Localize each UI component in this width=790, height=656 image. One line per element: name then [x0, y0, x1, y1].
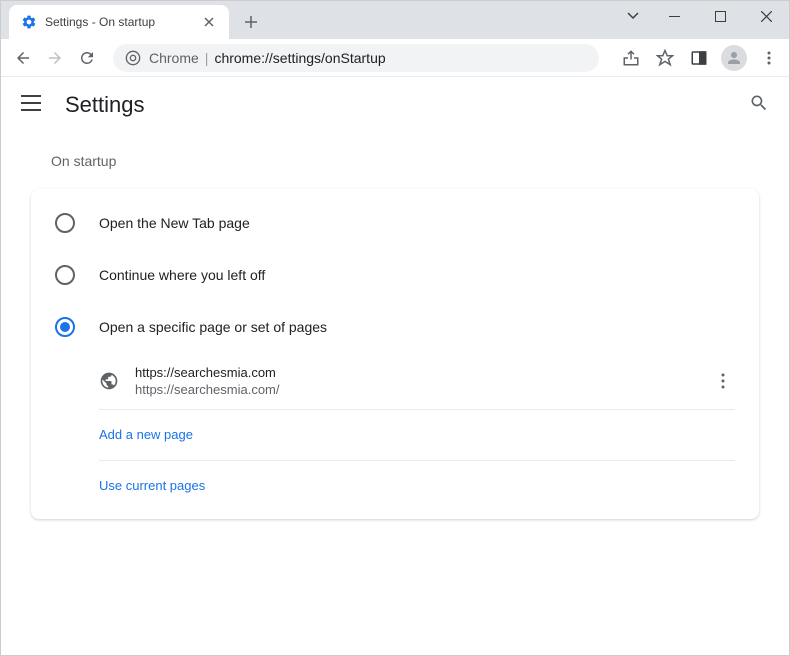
page-title-text: https://searchesmia.com	[135, 365, 695, 380]
browser-toolbar: Chrome|chrome://settings/onStartup	[1, 39, 789, 77]
reload-button[interactable]	[73, 44, 101, 72]
side-panel-icon[interactable]	[687, 46, 711, 70]
toolbar-actions	[619, 45, 781, 71]
browser-tab[interactable]: Settings - On startup	[9, 5, 229, 39]
radio-label: Open a specific page or set of pages	[99, 319, 327, 335]
back-button[interactable]	[9, 44, 37, 72]
globe-icon	[99, 371, 119, 391]
chrome-icon	[125, 50, 141, 66]
search-icon[interactable]	[749, 93, 769, 118]
startup-pages-list: https://searchesmia.com https://searches…	[31, 353, 759, 511]
tab-title: Settings - On startup	[45, 15, 193, 29]
window-controls	[615, 1, 789, 31]
radio-icon	[55, 265, 75, 285]
window-titlebar: Settings - On startup	[1, 1, 789, 39]
more-options-icon[interactable]	[711, 373, 735, 389]
add-page-row: Add a new page	[99, 410, 735, 461]
startup-page-item: https://searchesmia.com https://searches…	[99, 353, 735, 410]
menu-icon[interactable]	[757, 46, 781, 70]
page-url: https://searchesmia.com/	[135, 382, 695, 397]
profile-avatar[interactable]	[721, 45, 747, 71]
tab-close-icon[interactable]	[201, 14, 217, 30]
url-text: Chrome|chrome://settings/onStartup	[149, 50, 386, 66]
minimize-button[interactable]	[651, 1, 697, 31]
close-button[interactable]	[743, 1, 789, 31]
page-info: https://searchesmia.com https://searches…	[135, 365, 695, 397]
hamburger-menu-icon[interactable]	[21, 95, 45, 116]
settings-gear-icon	[21, 14, 37, 30]
tab-search-icon[interactable]	[615, 1, 651, 31]
share-icon[interactable]	[619, 46, 643, 70]
radio-label: Open the New Tab page	[99, 215, 250, 231]
radio-icon	[55, 213, 75, 233]
use-current-row: Use current pages	[99, 461, 735, 511]
startup-card: Open the New Tab page Continue where you…	[31, 189, 759, 519]
settings-content: On startup Open the New Tab page Continu…	[1, 133, 789, 539]
new-tab-button[interactable]	[237, 8, 265, 36]
radio-icon	[55, 317, 75, 337]
radio-new-tab[interactable]: Open the New Tab page	[31, 197, 759, 249]
radio-continue[interactable]: Continue where you left off	[31, 249, 759, 301]
settings-header: Settings	[1, 77, 789, 133]
address-bar[interactable]: Chrome|chrome://settings/onStartup	[113, 44, 599, 72]
section-title: On startup	[31, 153, 759, 169]
page-title: Settings	[65, 92, 145, 118]
add-page-link[interactable]: Add a new page	[99, 427, 193, 442]
maximize-button[interactable]	[697, 1, 743, 31]
use-current-link[interactable]: Use current pages	[99, 478, 205, 493]
radio-label: Continue where you left off	[99, 267, 265, 283]
bookmark-icon[interactable]	[653, 46, 677, 70]
forward-button[interactable]	[41, 44, 69, 72]
radio-specific-pages[interactable]: Open a specific page or set of pages	[31, 301, 759, 353]
